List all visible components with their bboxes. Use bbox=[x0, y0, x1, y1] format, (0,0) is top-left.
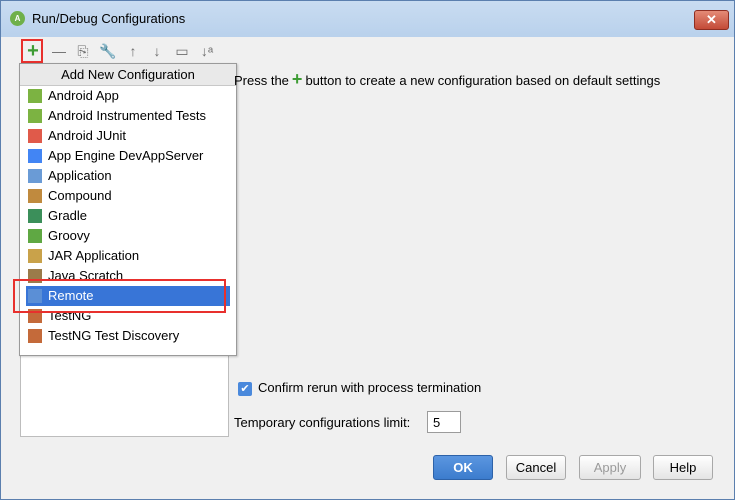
close-button[interactable]: ✕ bbox=[694, 10, 729, 30]
menu-item-label: Compound bbox=[48, 188, 112, 203]
confirm-rerun-label: Confirm rerun with process termination bbox=[258, 380, 482, 395]
add-button-highlight bbox=[21, 39, 43, 63]
gradle-icon bbox=[28, 209, 42, 223]
empty-hint: Press the + button to create a new configu… bbox=[234, 69, 660, 90]
plus-icon: + bbox=[291, 69, 303, 89]
menu-item-compound[interactable]: Compound bbox=[26, 186, 230, 206]
hint-prefix: Press the bbox=[234, 73, 289, 88]
menu-item-label: Gradle bbox=[48, 208, 88, 223]
menu-item-android-app[interactable]: Android App bbox=[26, 86, 230, 106]
cancel-button[interactable]: Cancel bbox=[506, 455, 566, 480]
menu-item-application[interactable]: Application bbox=[26, 166, 230, 186]
remove-configuration-button[interactable]: — bbox=[50, 42, 68, 60]
menu-item-groovy[interactable]: Groovy bbox=[26, 226, 230, 246]
folder-button[interactable]: ▭ bbox=[173, 42, 191, 60]
remote-highlight bbox=[13, 279, 226, 313]
menu-item-gradle[interactable]: Gradle bbox=[26, 206, 230, 226]
menu-item-label: Android Instrumented Tests bbox=[48, 108, 207, 123]
edit-defaults-button[interactable]: 🔧 bbox=[99, 42, 117, 60]
jar-icon bbox=[28, 249, 42, 263]
confirm-rerun-checkbox[interactable]: ✔ bbox=[238, 381, 252, 396]
title-bar: A Run/Debug Configurations ✕ bbox=[1, 1, 734, 37]
junit-icon bbox=[28, 129, 42, 143]
testng-discovery-icon bbox=[28, 329, 42, 343]
move-up-button[interactable]: ↑ bbox=[124, 42, 142, 60]
temp-limit-input[interactable]: 5 bbox=[427, 411, 461, 433]
android-tests-icon bbox=[28, 109, 42, 123]
temp-limit-label: Temporary configurations limit: bbox=[234, 415, 411, 430]
menu-item-android-instrumented-tests[interactable]: Android Instrumented Tests bbox=[26, 106, 230, 126]
ok-button[interactable]: OK bbox=[433, 455, 493, 480]
popup-header: Add New Configuration bbox=[20, 64, 236, 86]
groovy-icon bbox=[28, 229, 42, 243]
menu-item-android-junit[interactable]: Android JUnit bbox=[26, 126, 230, 146]
apply-button[interactable]: Apply bbox=[579, 455, 641, 480]
android-app-icon bbox=[28, 89, 42, 103]
menu-item-label: Android JUnit bbox=[48, 128, 127, 143]
menu-item-label: JAR Application bbox=[48, 248, 140, 263]
menu-item-testng-test-discovery[interactable]: TestNG Test Discovery bbox=[26, 326, 230, 346]
dialog-body: + — ⎘ 🔧 ↑ ↓ ▭ ↓ᵃ Add New Configuration A… bbox=[8, 37, 727, 493]
compound-icon bbox=[28, 189, 42, 203]
menu-item-app-engine-devappserver[interactable]: App Engine DevAppServer bbox=[26, 146, 230, 166]
sort-button[interactable]: ↓ᵃ bbox=[198, 42, 216, 60]
confirm-rerun-option[interactable]: ✔ Confirm rerun with process termination bbox=[238, 380, 481, 396]
window-title: Run/Debug Configurations bbox=[32, 11, 186, 26]
android-studio-icon: A bbox=[10, 11, 25, 26]
copy-configuration-button[interactable]: ⎘ bbox=[74, 42, 92, 60]
menu-item-jar-application[interactable]: JAR Application bbox=[26, 246, 230, 266]
move-down-button[interactable]: ↓ bbox=[148, 42, 166, 60]
menu-item-label: App Engine DevAppServer bbox=[48, 148, 204, 163]
application-icon bbox=[28, 169, 42, 183]
help-button[interactable]: Help bbox=[653, 455, 713, 480]
run-debug-dialog: A Run/Debug Configurations ✕ + — ⎘ 🔧 ↑ ↓… bbox=[0, 0, 735, 500]
menu-item-label: Android App bbox=[48, 88, 119, 103]
app-engine-icon bbox=[28, 149, 42, 163]
menu-item-label: Application bbox=[48, 168, 112, 183]
menu-item-label: TestNG Test Discovery bbox=[48, 328, 180, 343]
hint-suffix: button to create a new configuration bas… bbox=[305, 73, 661, 88]
menu-item-label: Groovy bbox=[48, 228, 90, 243]
